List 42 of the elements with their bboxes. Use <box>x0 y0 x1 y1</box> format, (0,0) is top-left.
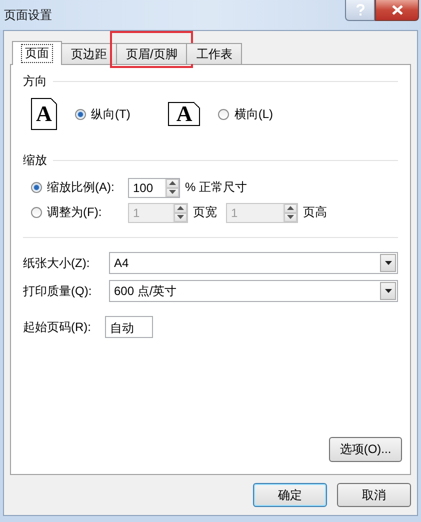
up-arrow-icon[interactable] <box>177 206 184 210</box>
dropdown[interactable]: A4 <box>109 252 398 274</box>
field-label: 纸张大小(Z): <box>23 254 91 272</box>
tab[interactable]: 页眉/页脚 <box>116 43 188 64</box>
window-title: 页面设置 <box>4 6 52 24</box>
unit-label: 页高 <box>303 204 327 221</box>
caret-icon <box>384 289 392 293</box>
cancel-button[interactable]: 取消 <box>337 483 411 507</box>
radio-label: 缩放比例(A): <box>47 179 114 196</box>
landscape-page-icon: A <box>168 102 200 126</box>
close-button[interactable] <box>375 0 419 21</box>
question-mark-icon <box>356 4 364 16</box>
field-label: 打印质量(Q): <box>23 282 93 300</box>
tab[interactable]: 页边距 <box>61 43 117 64</box>
field-label: 起始页码(R): <box>23 318 92 336</box>
radio-button[interactable] <box>31 207 42 218</box>
tab[interactable]: 页面 <box>12 41 62 65</box>
spin-field[interactable]: 100 <box>128 178 180 198</box>
radio-label: 调整为(F): <box>47 204 102 221</box>
unit-label: 页宽 <box>193 204 217 221</box>
down-arrow-icon[interactable] <box>169 190 176 194</box>
help-button[interactable] <box>345 0 375 21</box>
up-arrow-icon[interactable] <box>169 181 176 185</box>
options-button[interactable]: 选项(O)... <box>329 437 402 462</box>
radio-label: 横向(L) <box>234 106 273 122</box>
up-arrow-icon[interactable] <box>287 206 294 210</box>
section-title: 方向 <box>23 73 47 90</box>
radio-button[interactable] <box>218 108 230 120</box>
radio-button[interactable] <box>31 182 42 193</box>
unit-label: % 正常尺寸 <box>185 179 248 196</box>
ok-button[interactable]: 确定 <box>253 483 327 507</box>
radio-label: 纵向(T) <box>91 106 130 122</box>
section-title: 缩放 <box>23 152 47 169</box>
tab[interactable]: 工作表 <box>186 43 242 64</box>
down-arrow-icon[interactable] <box>177 215 184 219</box>
radio-button[interactable] <box>75 108 86 120</box>
dropdown[interactable]: 600 点/英寸 <box>109 280 398 302</box>
input-field[interactable]: 自动 <box>105 316 153 338</box>
down-arrow-icon[interactable] <box>287 215 294 219</box>
caret-icon <box>384 261 392 265</box>
portrait-page-icon: A <box>31 98 57 130</box>
close-icon <box>392 5 402 15</box>
